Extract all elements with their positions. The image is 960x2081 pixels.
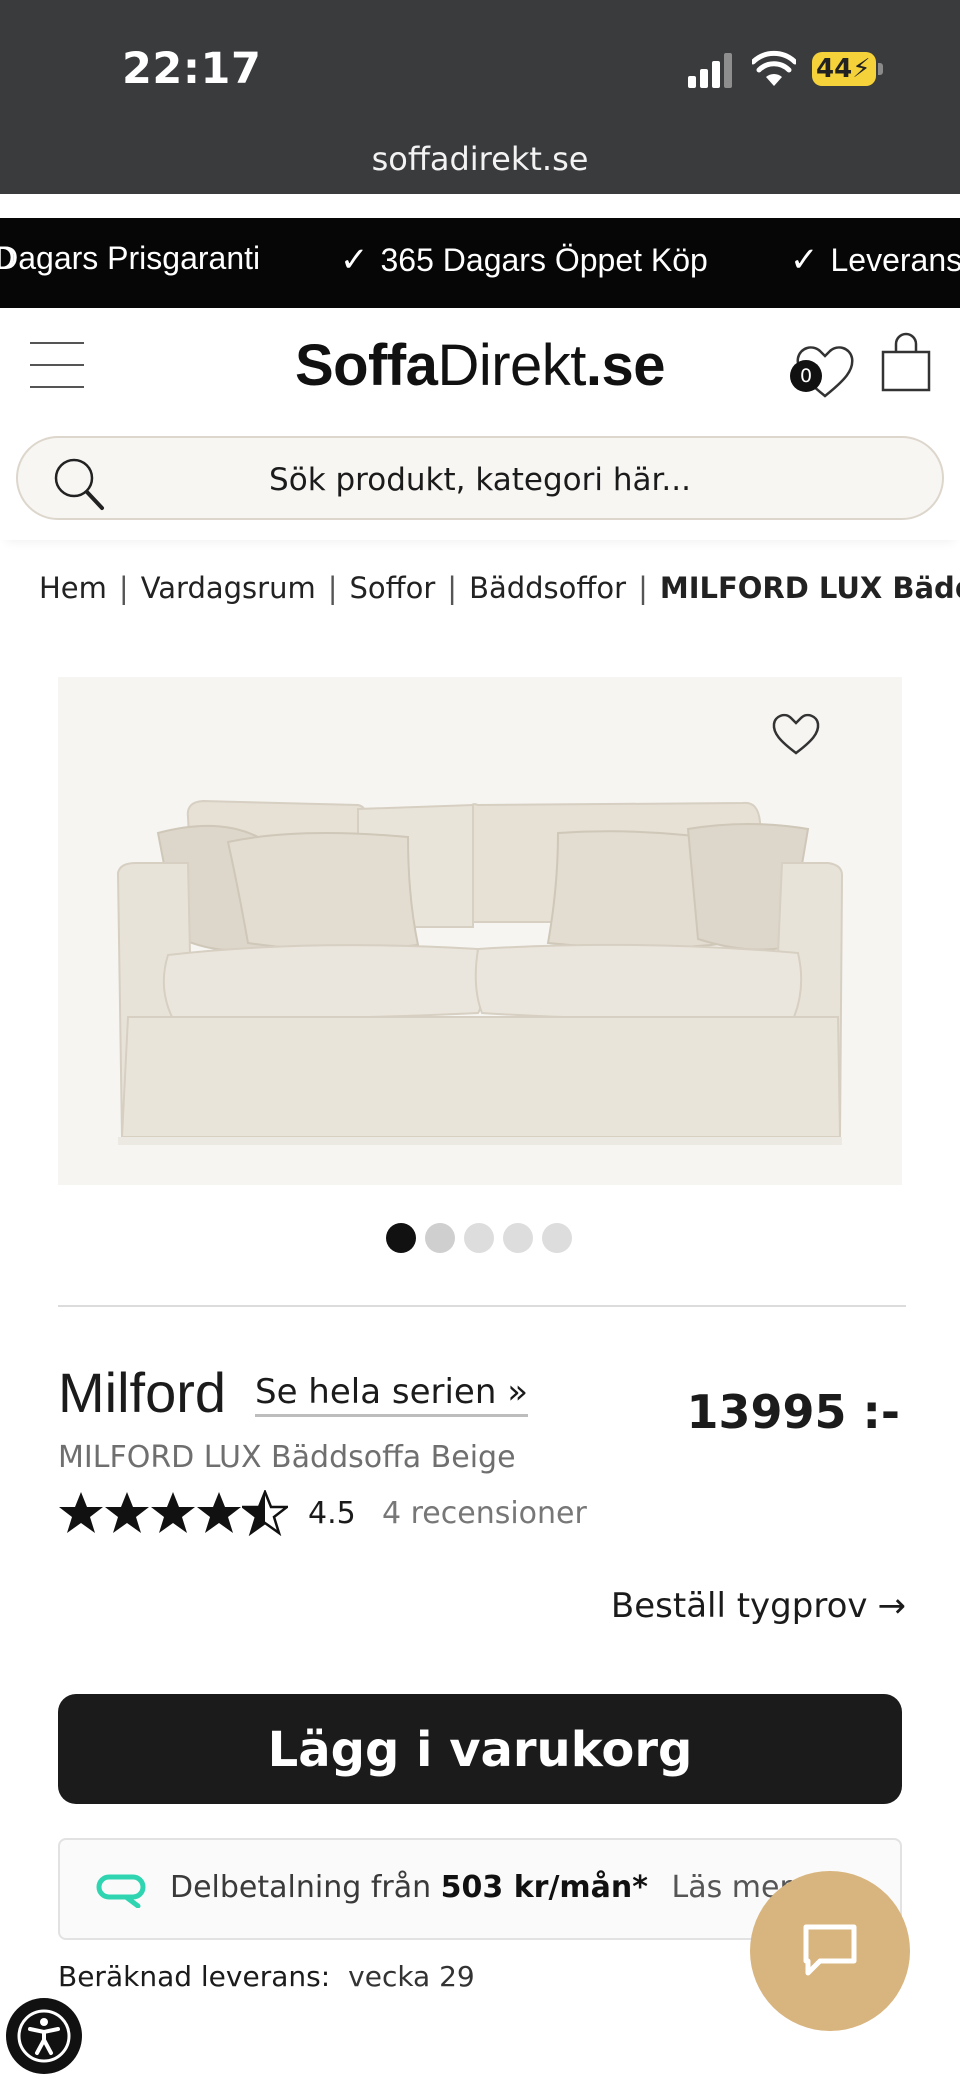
check-icon: ✓ <box>340 241 369 279</box>
star-full-icon <box>197 1492 241 1533</box>
promo-item-open-purchase: ✓ 365 Dagars Öppet Köp <box>340 240 708 280</box>
star-full-icon <box>151 1492 195 1533</box>
status-bar: 22:17 44⚡ soffadirekt.se <box>0 0 960 194</box>
site-header: SoffaDirekt.se 0 Sök produkt, kategori h… <box>0 308 960 540</box>
see-series-link[interactable]: Se hela serien » <box>255 1372 528 1417</box>
check-icon: ✓ <box>790 241 819 279</box>
product-name: Milford <box>58 1361 227 1424</box>
battery-nub <box>878 63 883 75</box>
url-bar-spacer <box>0 194 960 218</box>
gallery-dot-active[interactable] <box>386 1223 416 1253</box>
accessibility-button[interactable] <box>6 1998 82 2074</box>
arrow-right-icon: → <box>877 1586 907 1626</box>
gallery-dot[interactable] <box>542 1223 572 1253</box>
chat-bubble-icon <box>803 1924 857 1976</box>
promo-label: Leverans <box>830 242 960 278</box>
shopping-bag-icon[interactable] <box>880 332 932 394</box>
logo-part-bold: Soffa <box>294 333 438 398</box>
breadcrumb-separator: | <box>447 571 458 605</box>
cellular-signal-icon <box>688 53 732 88</box>
breadcrumb-sofa-beds[interactable]: Bäddsoffor <box>469 571 626 605</box>
logo-part-light: Direkt <box>437 333 586 398</box>
installment-text: Delbetalning från 503 kr/mån* Läs mer <box>170 1870 792 1905</box>
star-full-icon <box>59 1492 103 1533</box>
gallery-dot[interactable] <box>425 1223 455 1253</box>
gallery-dot[interactable] <box>503 1223 533 1253</box>
product-image[interactable] <box>58 677 902 1185</box>
review-count-link[interactable]: 4 recensioner <box>382 1496 587 1531</box>
charging-bolt-icon: ⚡ <box>852 54 871 84</box>
section-divider <box>58 1305 906 1307</box>
installment-prefix: Delbetalning från <box>170 1870 432 1905</box>
promo-label: 365 Dagars Öppet Köp <box>380 242 708 278</box>
product-price: 13995 :- <box>686 1385 900 1439</box>
promo-item-price-guarantee: DDagars Prisgaranti <box>0 240 260 277</box>
address-bar-url[interactable]: soffadirekt.se <box>0 140 960 178</box>
breadcrumb-living-room[interactable]: Vardagsrum <box>141 571 316 605</box>
breadcrumb-current: MILFORD LUX Bäddsoffa Beige <box>659 571 960 605</box>
breadcrumb-home[interactable]: Hem <box>39 571 107 605</box>
battery-level: 44 <box>816 54 853 84</box>
promo-bar: DDagars Prisgaranti ✓ 365 Dagars Öppet Kö… <box>0 218 960 308</box>
accessibility-icon <box>17 2009 71 2063</box>
rating-value: 4.5 <box>308 1496 356 1531</box>
installment-amount: 503 kr/mån* <box>440 1870 648 1905</box>
wishlist-count-badge: 0 <box>790 360 822 392</box>
fabric-sample-label: Beställ tygprov <box>610 1586 868 1626</box>
gallery-dot[interactable] <box>464 1223 494 1253</box>
search-placeholder: Sök produkt, kategori här... <box>269 462 691 498</box>
product-subtitle: MILFORD LUX Bäddsoffa Beige <box>58 1440 516 1475</box>
search-bar[interactable]: Sök produkt, kategori här... <box>16 436 944 520</box>
wifi-icon <box>752 50 796 86</box>
breadcrumb-separator: | <box>327 571 338 605</box>
estimated-delivery: Beräknad leverans: vecka 29 <box>58 1960 475 1993</box>
add-to-cart-button[interactable]: Lägg i varukorg <box>58 1694 902 1804</box>
logo-part-domain: .se <box>585 333 666 398</box>
promo-item-delivery: ✓ Leverans <box>790 240 960 280</box>
promo-label: Dagars Prisgaranti <box>0 240 261 276</box>
star-half-icon <box>242 1490 288 1536</box>
delivery-label: Beräknad leverans: <box>58 1960 331 1993</box>
payment-provider-icon <box>96 1874 146 1908</box>
breadcrumb-separator: | <box>118 571 129 605</box>
battery-indicator: 44⚡ <box>812 52 876 86</box>
star-full-icon <box>105 1492 149 1533</box>
delivery-value: vecka 29 <box>348 1960 475 1993</box>
chat-button[interactable] <box>750 1871 910 2031</box>
breadcrumb-separator: | <box>638 571 648 605</box>
breadcrumb-sofas[interactable]: Soffor <box>350 571 436 605</box>
breadcrumb: Hem | Vardagsrum | Soffor | Bäddsoffor | MILFORD… <box>39 571 960 615</box>
favorite-heart-icon[interactable] <box>770 709 822 757</box>
clock: 22:17 <box>122 44 262 94</box>
order-fabric-sample-link[interactable]: Beställ tygprov → <box>600 1586 906 1626</box>
